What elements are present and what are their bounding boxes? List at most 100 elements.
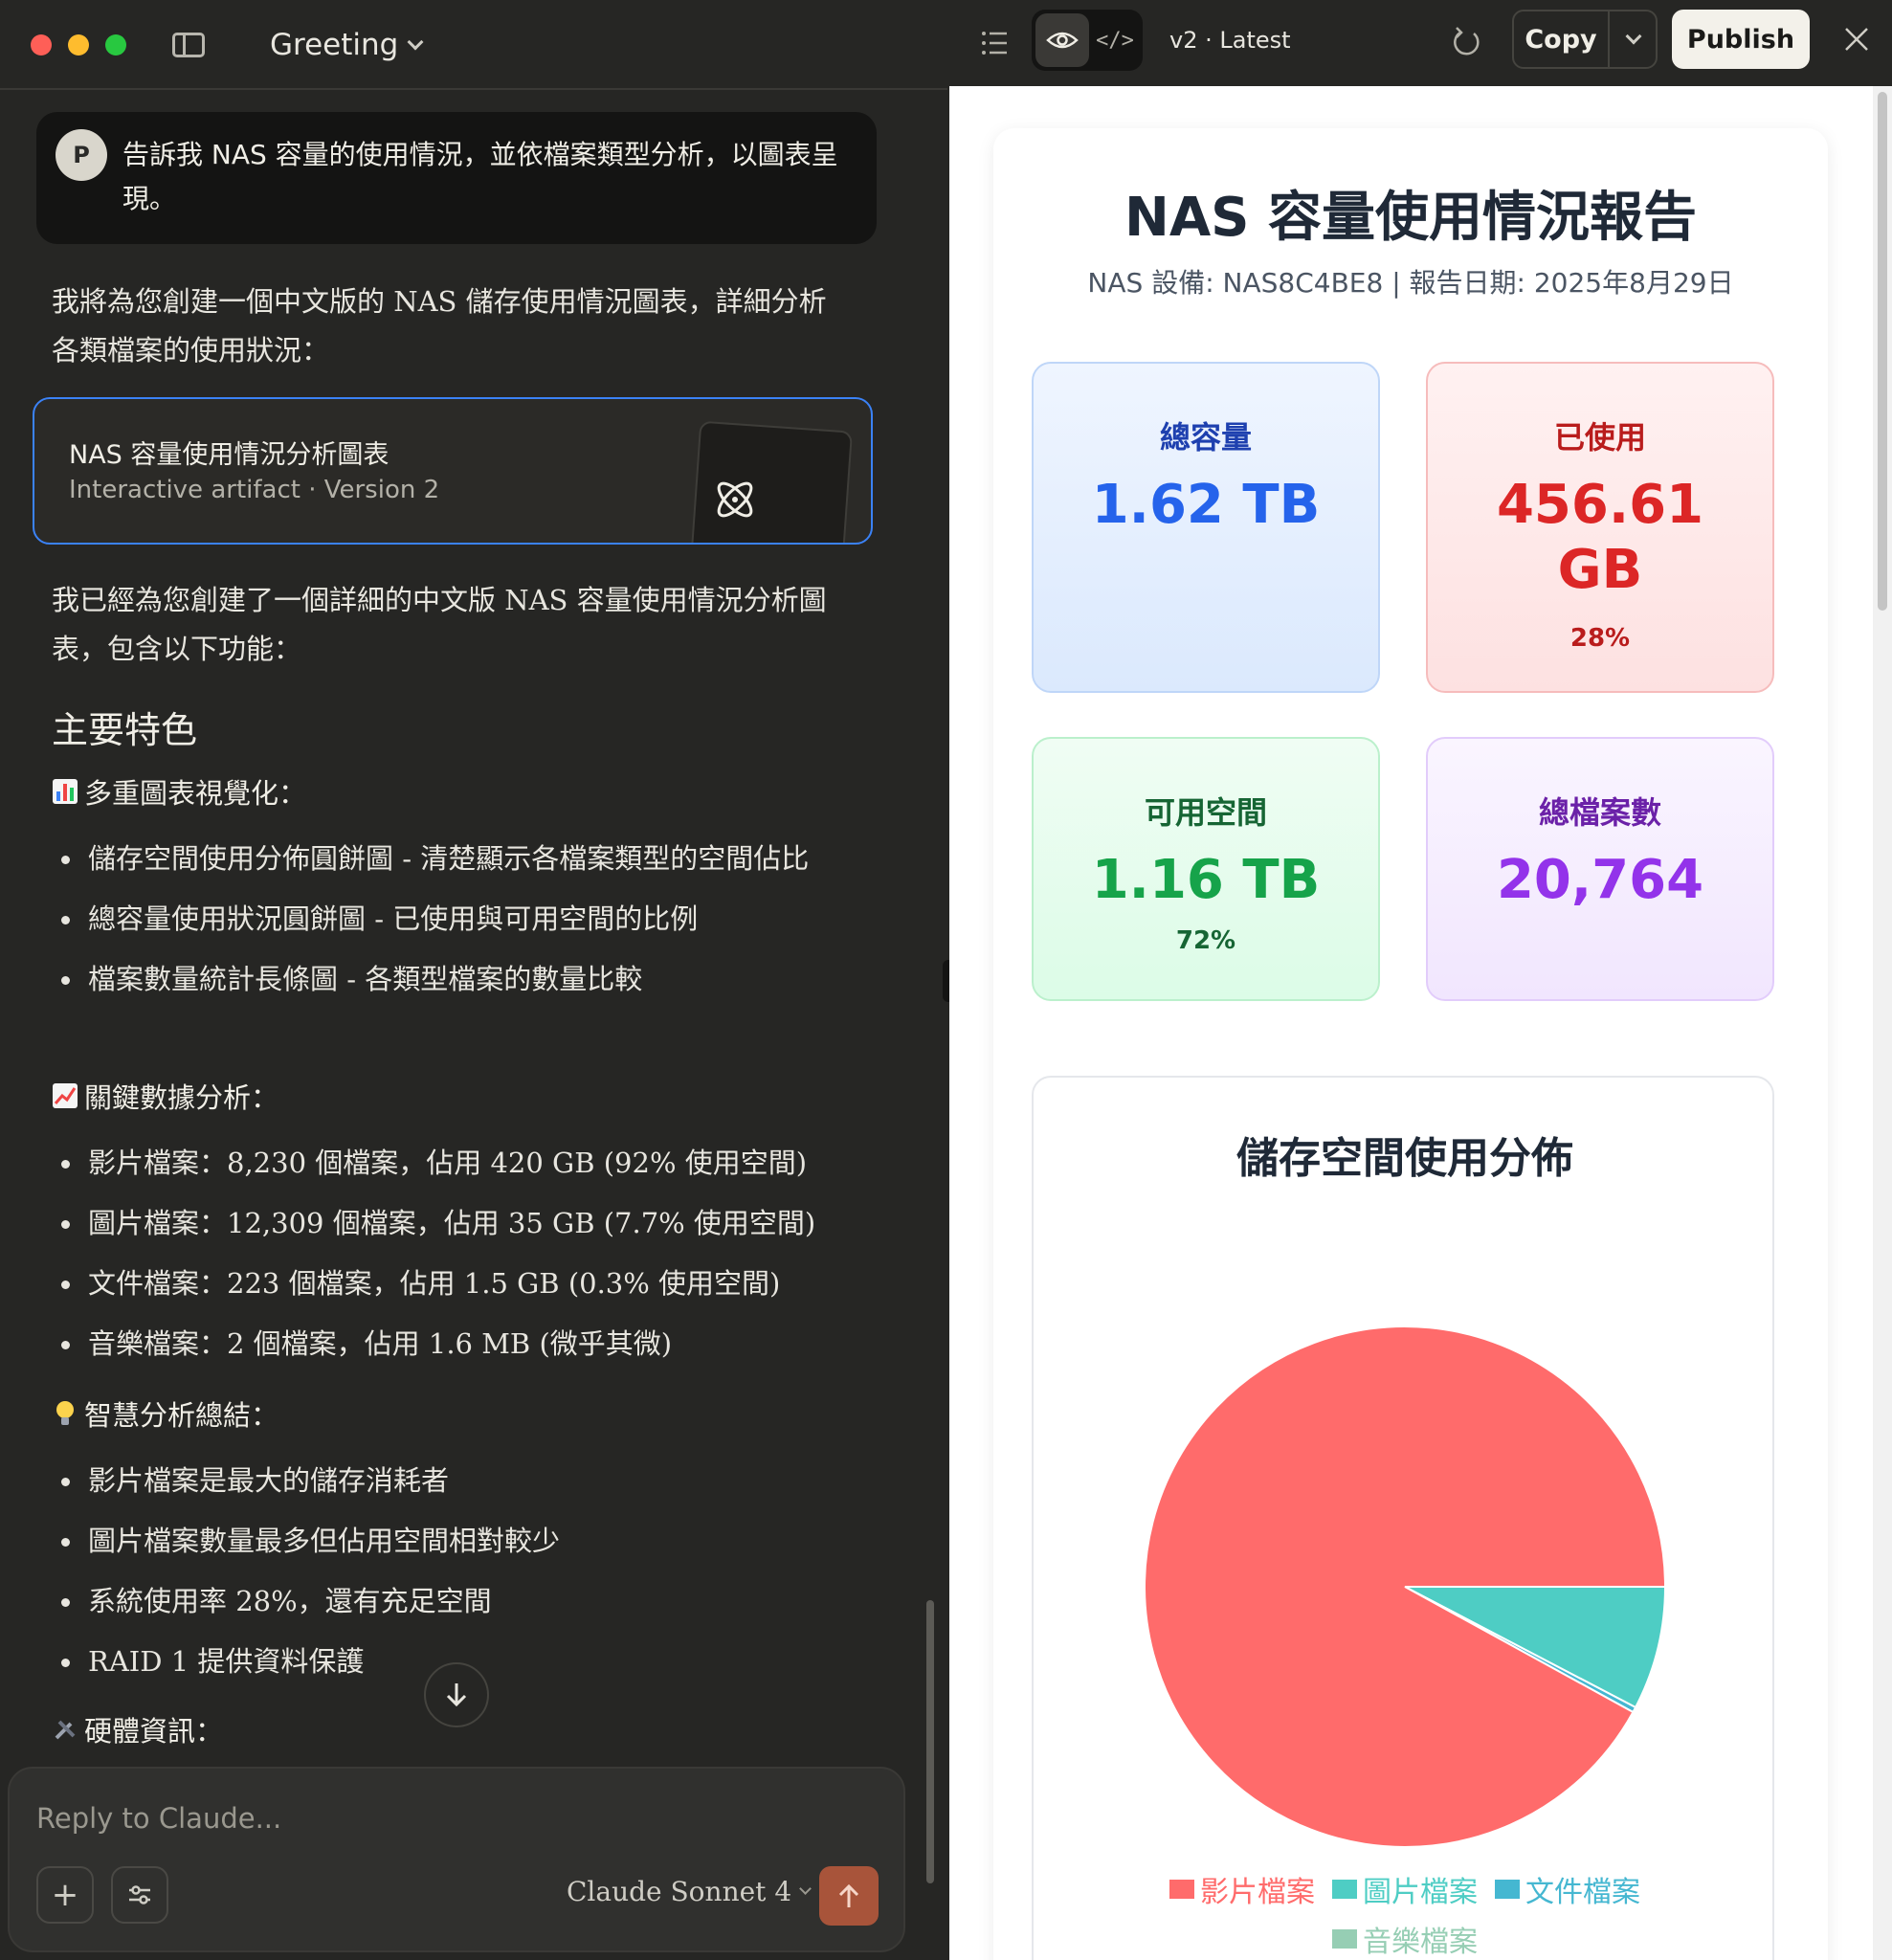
section3-title: 智慧分析總結： <box>84 1399 279 1432</box>
chat-scrollbar[interactable] <box>926 1600 934 1883</box>
chevron-down-icon <box>799 1882 812 1895</box>
copy-button-group: Copy <box>1512 10 1658 69</box>
list-item: 圖片檔案數量最多但佔用空間相對較少 <box>57 1517 823 1566</box>
conversation-title-button[interactable]: Greeting <box>270 23 424 67</box>
features-heading: 主要特色 <box>52 709 198 751</box>
artifact-subtitle: Interactive artifact · Version 2 <box>69 476 440 504</box>
tools-icon <box>55 1720 76 1740</box>
trend-chart-icon <box>53 1083 78 1108</box>
stat-card-files: 總檔案數 20,764 <box>1426 737 1774 1001</box>
sidebar-toggle-icon[interactable] <box>172 33 205 57</box>
assistant-summary-text: 我已經為您創建了一個詳細的中文版 NAS 容量使用情況分析圖表，包含以下功能： <box>52 584 827 665</box>
user-message-text: 告訴我 NAS 容量的使用情況，並依檔案類型分析，以圖表呈現。 <box>122 139 838 214</box>
stat-percent: 28% <box>1569 624 1631 653</box>
legend-item[interactable]: 圖片檔案 <box>1332 1868 1478 1910</box>
minimize-window-button[interactable] <box>68 34 89 56</box>
code-icon: </> <box>1096 28 1134 53</box>
section1-title: 多重圖表視覺化： <box>84 777 307 810</box>
refresh-icon[interactable] <box>1449 25 1483 59</box>
arrow-down-icon <box>446 1683 467 1707</box>
stat-value: 20,764 <box>1496 849 1704 911</box>
list-item: 音樂檔案：2 個檔案，佔用 1.6 MB (微乎其微) <box>57 1320 823 1369</box>
stat-value: 1.16 TB <box>1091 849 1321 911</box>
legend-label: 音樂檔案 <box>1363 1926 1478 1959</box>
chart-card: 儲存空間使用分佈 影片檔案 圖片檔案 文件檔案 音樂檔案 <box>1032 1076 1774 1960</box>
copy-button[interactable]: Copy <box>1514 11 1610 67</box>
close-icon[interactable] <box>1842 25 1871 54</box>
list-item: 圖片檔案：12,309 個檔案，佔用 35 GB (7.7% 使用空間) <box>57 1199 823 1248</box>
report-subtitle: NAS 設備: NAS8C4BE8 | 報告日期: 2025年8月29日 <box>1087 267 1734 299</box>
artifact-toolbar: </> v2 · Latest Copy Publish <box>949 0 1892 86</box>
plus-icon: + <box>51 1876 79 1914</box>
stat-label: 已使用 <box>1553 419 1646 456</box>
assistant-intro-text: 我將為您創建一個中文版的 NAS 儲存使用情況圖表，詳細分析各類檔案的使用狀況： <box>52 285 827 367</box>
eye-icon <box>1046 32 1079 49</box>
stat-value-line1: 456.61 <box>1496 474 1704 536</box>
artifact-scrollbar[interactable] <box>1878 92 1887 611</box>
stat-value: 1.62 TB <box>1091 474 1321 536</box>
artifact-title: NAS 容量使用情況分析圖表 <box>69 440 390 470</box>
composer: + Claude Sonnet 4 <box>8 1767 905 1952</box>
section2-title: 關鍵數據分析： <box>84 1081 279 1114</box>
model-selector[interactable]: Claude Sonnet 4 <box>567 1876 812 1907</box>
legend-row: 影片檔案 圖片檔案 文件檔案 <box>1034 1868 1776 1910</box>
legend-row: 音樂檔案 <box>1034 1918 1776 1960</box>
chevron-down-icon <box>1625 28 1642 45</box>
legend-item[interactable]: 文件檔案 <box>1495 1868 1640 1910</box>
stat-label: 總容量 <box>1159 419 1252 456</box>
report-card: NAS 容量使用情況報告 NAS 設備: NAS8C4BE8 | 報告日期: 2… <box>993 128 1828 1960</box>
stat-label: 可用空間 <box>1144 794 1267 831</box>
legend-label: 文件檔案 <box>1525 1876 1640 1909</box>
section2-list: 影片檔案：8,230 個檔案，佔用 420 GB (92% 使用空間) 圖片檔案… <box>57 1139 823 1380</box>
legend-swatch <box>1332 1880 1357 1899</box>
stat-percent: 72% <box>1175 926 1236 955</box>
list-icon[interactable] <box>980 29 1011 57</box>
publish-button[interactable]: Publish <box>1672 10 1810 69</box>
section4-title: 硬體資訊： <box>84 1715 224 1748</box>
sliders-icon <box>129 1885 150 1904</box>
list-item: 影片檔案：8,230 個檔案，佔用 420 GB (92% 使用空間) <box>57 1139 823 1188</box>
list-item: 文件檔案：223 個檔案，佔用 1.5 GB (0.3% 使用空間) <box>57 1259 823 1308</box>
section-title-hardware: 硬體資訊： <box>52 1709 223 1749</box>
add-attachment-button[interactable]: + <box>36 1866 94 1924</box>
maximize-window-button[interactable] <box>105 34 126 56</box>
chevron-down-icon <box>407 33 424 51</box>
view-toggle: </> <box>1032 10 1143 71</box>
list-item: 檔案數量統計長條圖 - 各類型檔案的數量比較 <box>57 955 823 1004</box>
tab-code[interactable]: </> <box>1091 13 1139 67</box>
section-title-charts: 多重圖表視覺化： <box>52 771 306 812</box>
list-item: 影片檔案是最大的儲存消耗者 <box>57 1457 823 1505</box>
user-message: P 告訴我 NAS 容量的使用情況，並依檔案類型分析，以圖表呈現。 <box>36 112 877 244</box>
section-title-insights: 智慧分析總結： <box>52 1393 278 1434</box>
list-item: 總容量使用狀況圓餅圖 - 已使用與可用空間的比例 <box>57 895 823 944</box>
version-selector[interactable]: v2 · Latest <box>1169 27 1291 54</box>
stat-value-line2: GB <box>1557 539 1643 601</box>
send-button[interactable] <box>819 1866 879 1926</box>
list-item: 系統使用率 28%，還有充足空間 <box>57 1577 823 1626</box>
section3-list: 影片檔案是最大的儲存消耗者 圖片檔案數量最多但佔用空間相對較少 系統使用率 28… <box>57 1457 823 1698</box>
lightbulb-icon <box>56 1401 74 1425</box>
section-title-data: 關鍵數據分析： <box>52 1076 278 1116</box>
tab-preview[interactable] <box>1035 13 1089 67</box>
close-window-button[interactable] <box>31 34 52 56</box>
pie-slice-0[interactable] <box>1144 1325 1667 1848</box>
stat-card-free: 可用空間 1.16 TB 72% <box>1032 737 1380 1001</box>
pie-chart <box>1144 1325 1667 1848</box>
conversation-title: Greeting <box>270 28 399 62</box>
chart-title: 儲存空間使用分佈 <box>1236 1134 1573 1183</box>
legend-item[interactable]: 音樂檔案 <box>1332 1918 1478 1960</box>
report-title: NAS 容量使用情況報告 <box>1124 187 1698 249</box>
scroll-to-bottom-button[interactable] <box>424 1662 489 1727</box>
copy-options-button[interactable] <box>1612 11 1656 67</box>
tools-button[interactable] <box>111 1866 168 1924</box>
model-name: Claude Sonnet 4 <box>567 1876 792 1907</box>
artifact-pane: </> v2 · Latest Copy Publish NAS 容量使用情況報… <box>949 0 1892 1960</box>
legend-label: 圖片檔案 <box>1363 1876 1478 1909</box>
reply-input[interactable] <box>36 1799 859 1838</box>
legend-label: 影片檔案 <box>1200 1876 1315 1909</box>
bar-chart-icon <box>53 779 78 804</box>
stat-card-total: 總容量 1.62 TB <box>1032 362 1380 693</box>
stat-card-used: 已使用 456.61 GB 28% <box>1426 362 1774 693</box>
stat-value: 456.61 GB <box>1428 473 1772 603</box>
legend-item[interactable]: 影片檔案 <box>1169 1868 1315 1910</box>
